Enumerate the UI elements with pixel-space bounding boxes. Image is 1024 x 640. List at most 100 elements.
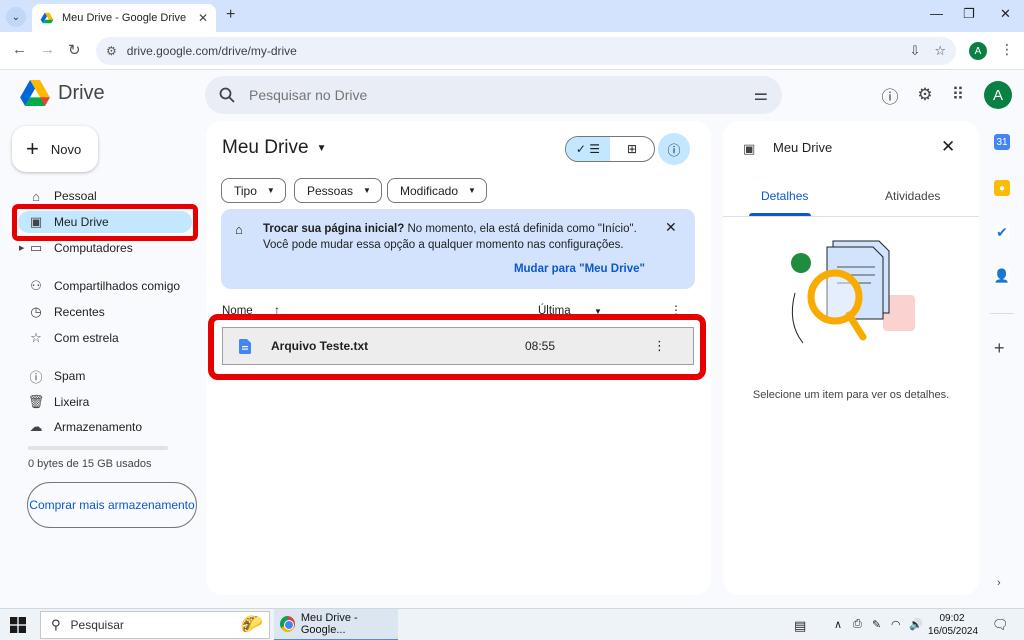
volume-icon[interactable]: 🔊 (909, 618, 923, 631)
details-info-button[interactable]: ⓘ (658, 133, 690, 165)
list-view-button[interactable]: ✓ ☰ (566, 137, 610, 161)
taskbar-search-label: Pesquisar (70, 618, 124, 632)
wifi-icon[interactable]: ◠ (891, 618, 901, 631)
chrome-icon (280, 616, 295, 632)
new-tab-button[interactable]: + (226, 6, 235, 24)
grid-view-button[interactable]: ⊞ (610, 137, 654, 161)
sidebar-item-label: Armazenamento (54, 420, 143, 434)
spam-icon: ⓘ (29, 369, 43, 385)
windows-start-icon[interactable] (10, 617, 26, 633)
url-text[interactable]: drive.google.com/drive/my-drive (127, 44, 896, 58)
details-illustration-icon (791, 240, 915, 344)
star-icon: ☆ (30, 330, 42, 345)
chevron-right-icon[interactable]: › (997, 577, 1001, 589)
search-icon[interactable] (219, 87, 235, 103)
sidebar-item-lixeira[interactable]: 🗑 Lixeira (18, 391, 192, 413)
details-title: Meu Drive (773, 140, 833, 155)
windows-taskbar: ⚲ Pesquisar 🌮 Meu Drive - Google... ▤ ∧ … (0, 608, 1024, 640)
search-highlight-icon: 🌮 (240, 614, 263, 634)
contacts-icon[interactable]: 👤 (994, 268, 1010, 284)
add-addon-icon[interactable]: + (994, 338, 1005, 359)
sidebar-item-label: Com estrela (54, 331, 119, 345)
search-options-icon[interactable]: ⚌ (754, 85, 768, 105)
restore-icon[interactable]: ❐ (963, 6, 975, 22)
chrome-profile-avatar[interactable]: A (969, 42, 987, 60)
highlight-box-file (208, 314, 706, 380)
forward-icon[interactable]: → (40, 41, 55, 58)
plus-icon: + (26, 136, 39, 161)
drive-search-bar[interactable]: ⚌ (205, 76, 782, 114)
tab-detalhes[interactable]: Detalhes (761, 189, 808, 203)
search-input[interactable] (249, 87, 754, 103)
storage-usage-text: 0 bytes de 15 GB usados (28, 458, 152, 470)
details-close-icon[interactable]: ✕ (941, 137, 955, 157)
chevron-down-icon: ▼ (468, 186, 476, 195)
browser-tab[interactable]: Meu Drive - Google Drive ✕ (32, 4, 216, 32)
rail-divider (990, 313, 1014, 314)
keep-icon[interactable]: ● (994, 180, 1010, 196)
sidebar-item-spam[interactable]: ⓘ Spam (18, 365, 192, 387)
computer-icon: ▭ (29, 240, 43, 255)
meet-icon[interactable]: ⎙ (853, 618, 862, 631)
clock-time: 09:02 (939, 613, 965, 624)
tab-search-button[interactable]: ⌄ (6, 7, 26, 27)
taskbar-search[interactable]: ⚲ Pesquisar 🌮 (40, 611, 270, 639)
drive-brand-text: Drive (58, 81, 105, 104)
clock-icon: ◷ (30, 304, 42, 319)
pen-icon[interactable]: ✎ (872, 618, 881, 631)
cloud-icon: ☁ (29, 419, 43, 434)
buy-storage-button[interactable]: Comprar mais armazenamento (27, 482, 197, 528)
drive-favicon-icon (40, 12, 54, 24)
reload-icon[interactable]: ↻ (68, 41, 81, 59)
page-title[interactable]: Meu Drive ▼ (222, 137, 326, 159)
banner-close-icon[interactable]: ✕ (665, 219, 677, 236)
site-info-icon[interactable]: ⚙ (106, 44, 117, 58)
install-app-icon[interactable]: ⇩ (909, 43, 920, 59)
back-icon[interactable]: ← (12, 41, 27, 58)
chip-label: Modificado (400, 183, 459, 198)
tasks-icon[interactable]: ✔ (994, 224, 1010, 240)
sidebar-item-label: Computadores (54, 241, 133, 255)
sidebar-item-recentes[interactable]: ◷ Recentes (18, 301, 192, 323)
calendar-icon[interactable]: 31 (994, 134, 1010, 150)
view-toggle: ✓ ☰ ⊞ (565, 136, 655, 162)
home-icon: ⌂ (32, 188, 40, 204)
filter-chip-modificado[interactable]: Modificado ▼ (387, 178, 487, 203)
taskbar-chrome-app[interactable]: Meu Drive - Google... (274, 609, 398, 640)
filter-chip-tipo[interactable]: Tipo ▼ (221, 178, 286, 203)
task-view-icon[interactable]: ▤ (794, 618, 806, 634)
help-icon[interactable]: ⓘ (879, 84, 901, 107)
tab-divider (723, 216, 979, 217)
switch-to-my-drive-link[interactable]: Mudar para "Meu Drive" (514, 263, 645, 275)
tab-title: Meu Drive - Google Drive (62, 12, 187, 24)
omnibox[interactable]: ⚙ drive.google.com/drive/my-drive ⇩ ☆ (96, 37, 956, 65)
settings-gear-icon[interactable]: ⚙ (914, 84, 936, 106)
chip-label: Tipo (234, 183, 257, 198)
banner-bold-text: Trocar sua página inicial? (263, 223, 405, 235)
bookmark-star-icon[interactable]: ☆ (934, 43, 946, 59)
notifications-icon[interactable]: 🗨 (992, 617, 1009, 633)
shared-icon: ⚇ (30, 278, 42, 293)
apps-grid-icon[interactable]: ⠿ (947, 84, 969, 106)
drive-logo[interactable]: Drive (20, 80, 105, 106)
tab-close-icon[interactable]: ✕ (198, 11, 208, 25)
tray-chevron-up-icon[interactable]: ∧ (834, 618, 842, 631)
sidebar-item-label: Recentes (54, 305, 105, 319)
filter-chip-pessoas[interactable]: Pessoas ▼ (294, 178, 382, 203)
details-empty-text: Selecione um item para ver os detalhes. (752, 389, 950, 401)
tab-atividades[interactable]: Atividades (885, 189, 940, 203)
new-button-label: Novo (50, 141, 82, 157)
sidebar-item-compartilhados[interactable]: ⚇ Compartilhados comigo (18, 275, 192, 297)
window-close-icon[interactable]: ✕ (1000, 6, 1011, 22)
my-drive-icon: ▣ (743, 141, 756, 156)
storage-usage-bar (28, 446, 168, 450)
new-button[interactable]: + Novo (12, 126, 98, 172)
sidebar-item-armazenamento[interactable]: ☁ Armazenamento (18, 416, 192, 438)
trash-icon: 🗑 (27, 394, 45, 409)
taskbar-clock[interactable]: 09:02 16/05/2024 (928, 612, 979, 638)
sidebar-item-com-estrela[interactable]: ☆ Com estrela (18, 327, 192, 349)
clock-date: 16/05/2024 (928, 626, 979, 637)
minimize-icon[interactable]: — (930, 6, 943, 21)
account-avatar[interactable]: A (984, 81, 1012, 109)
chrome-menu-icon[interactable]: ⋮ (1000, 41, 1014, 58)
